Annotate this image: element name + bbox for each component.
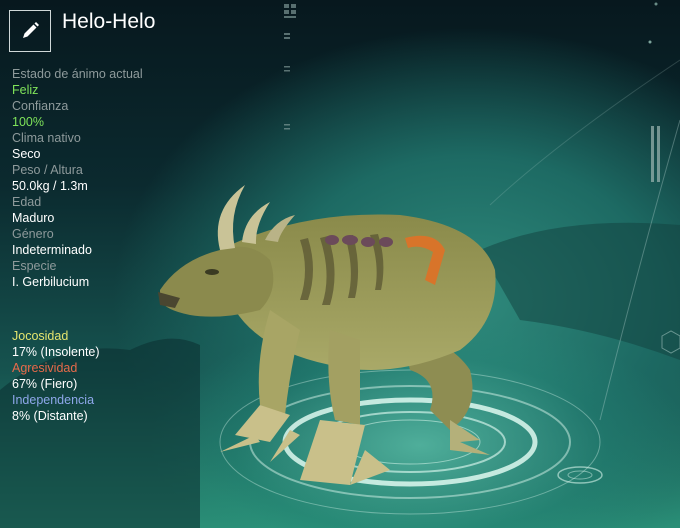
trait-value: 67% (Fiero) bbox=[12, 377, 78, 391]
creature-name: Helo-Helo bbox=[62, 10, 156, 33]
stat-climate: Clima nativo Seco bbox=[12, 130, 227, 162]
trait-label: Agresividad bbox=[12, 361, 78, 375]
stat-gender: Género Indeterminado bbox=[12, 226, 227, 258]
stat-value: Indeterminado bbox=[12, 243, 92, 257]
traits-list: Jocosidad 17% (Insolente) Agresividad 67… bbox=[12, 328, 227, 424]
stat-label: Género bbox=[12, 227, 54, 241]
stat-value: I. Gerbilucium bbox=[12, 275, 90, 289]
rock-silhouette-right bbox=[480, 222, 680, 360]
stat-value: 100% bbox=[12, 115, 44, 129]
trait-value: 17% (Insolente) bbox=[12, 345, 100, 359]
hud-dot bbox=[648, 40, 652, 44]
trait-label: Independencia bbox=[12, 393, 95, 407]
stat-label: Clima nativo bbox=[12, 131, 81, 145]
stat-value: 50.0kg / 1.3m bbox=[12, 179, 88, 193]
stat-age: Edad Maduro bbox=[12, 194, 227, 226]
pencil-icon bbox=[23, 22, 39, 38]
creature-info-panel: Helo-Helo Estado de ánimo actual Feliz C… bbox=[0, 0, 230, 528]
stats-list: Estado de ánimo actual Feliz Confianza 1… bbox=[12, 66, 227, 290]
trait-independence: Independencia 8% (Distante) bbox=[12, 392, 227, 424]
stat-value: Feliz bbox=[12, 83, 39, 97]
stat-value: Maduro bbox=[12, 211, 55, 225]
stat-label: Edad bbox=[12, 195, 42, 209]
trait-label: Jocosidad bbox=[12, 329, 69, 343]
stat-label: Estado de ánimo actual bbox=[12, 67, 143, 81]
stat-value: Seco bbox=[12, 147, 41, 161]
stat-label: Peso / Altura bbox=[12, 163, 83, 177]
trait-value: 8% (Distante) bbox=[12, 409, 88, 423]
hud-dot bbox=[654, 2, 658, 6]
stat-species: Especie I. Gerbilucium bbox=[12, 258, 227, 290]
stat-mood: Estado de ánimo actual Feliz bbox=[12, 66, 227, 98]
trait-aggression: Agresividad 67% (Fiero) bbox=[12, 360, 227, 392]
stat-label: Confianza bbox=[12, 99, 69, 113]
hud-right-bars bbox=[651, 126, 660, 182]
edit-name-button[interactable] bbox=[9, 10, 51, 52]
trait-playfulness: Jocosidad 17% (Insolente) bbox=[12, 328, 227, 360]
stat-trust: Confianza 100% bbox=[12, 98, 227, 130]
stat-weight-height: Peso / Altura 50.0kg / 1.3m bbox=[12, 162, 227, 194]
hud-markers bbox=[284, 4, 296, 130]
stat-label: Especie bbox=[12, 259, 57, 273]
